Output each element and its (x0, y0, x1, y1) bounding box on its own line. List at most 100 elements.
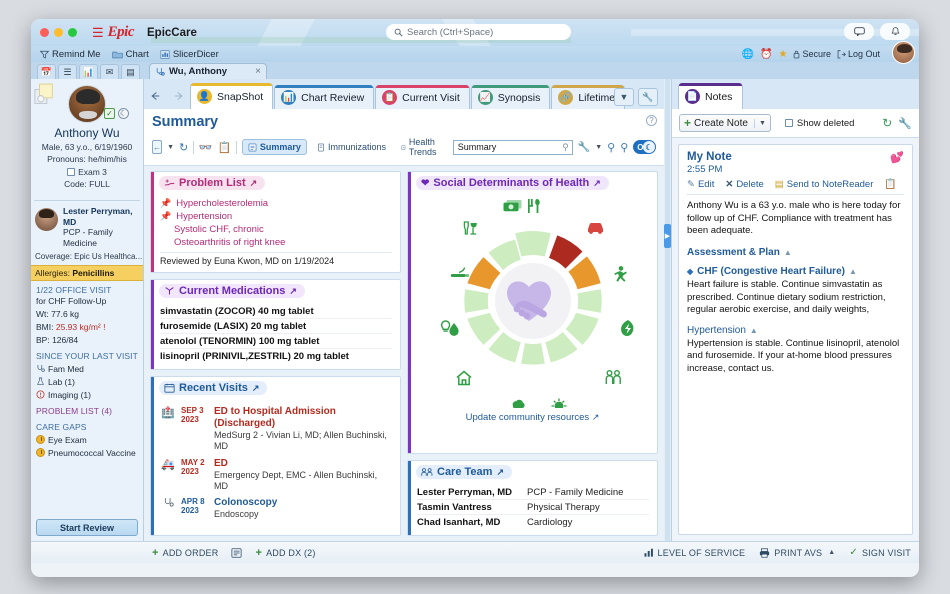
since-item-lab[interactable]: Lab (1) (36, 377, 138, 387)
note-subsection-heading[interactable]: ◆ CHF (Congestive Heart Failure) ▲ (687, 266, 904, 277)
since-item-imaging[interactable]: Imaging (1) (36, 390, 138, 400)
reports-icon[interactable]: ▤ (121, 64, 140, 79)
user-avatar[interactable] (892, 41, 915, 64)
back-icon[interactable] (150, 90, 167, 102)
sdoh-wheel-chart[interactable] (419, 198, 647, 408)
patient-exam-room[interactable]: Exam 3 (36, 167, 138, 177)
medication-row[interactable]: simvastatin (ZOCOR) 40 mg tablet (160, 304, 392, 319)
schedule-icon[interactable]: 📊 (79, 64, 98, 79)
forward-icon[interactable] (170, 90, 184, 102)
table-row[interactable]: Tasmin Vantress Physical Therapy (417, 500, 649, 515)
card-care-team-header[interactable]: Care Team ↗ (408, 461, 657, 483)
allergies-banner[interactable]: Allergies: Penicillins (31, 264, 143, 281)
tab-current-visit[interactable]: 📋 Current Visit (375, 85, 470, 109)
zoom-in-icon[interactable]: ⚲ (620, 141, 628, 154)
star-icon[interactable]: ★ (778, 49, 787, 60)
tab-notes[interactable]: 📄 Notes (678, 83, 744, 109)
chevron-down-icon[interactable]: ▼ (753, 118, 770, 128)
note-send-notereader-button[interactable]: ▤ Send to NoteReader (775, 179, 874, 190)
problem-item[interactable]: Systolic CHF, chronic (160, 224, 392, 235)
help-icon[interactable]: ? (646, 115, 657, 126)
add-dx-button[interactable]: + ADD DX (2) (255, 547, 315, 559)
inbasket-icon[interactable]: ✉ (100, 64, 119, 79)
table-row[interactable]: Chad Isanhart, MD Cardiology (417, 515, 649, 529)
binoculars-icon[interactable]: 👓 (199, 141, 213, 154)
search-icon[interactable]: ⚲ (562, 142, 569, 153)
care-gap-eye-exam[interactable]: Eye Exam (36, 435, 138, 445)
heart-note-icon[interactable]: 💕 (890, 151, 904, 164)
sign-visit-button[interactable]: ✓ SIGN VISIT (849, 547, 911, 558)
open-arrow-icon[interactable]: ↗ (593, 178, 601, 189)
print-avs-button[interactable]: PRINT AVS ▲ (759, 548, 835, 558)
sdoh-segment-6[interactable] (520, 341, 545, 365)
chat-bubble-icon[interactable] (844, 23, 874, 40)
add-order-button[interactable]: + ADD ORDER (152, 547, 218, 559)
segment-summary[interactable]: Summary (241, 139, 307, 155)
visit-row[interactable]: 🚑 MAY 2 2023 ED Emergency Dept, EMC - Al… (160, 458, 392, 493)
open-arrow-icon[interactable]: ↗ (252, 383, 260, 394)
patient-list-icon[interactable]: ☰ (58, 64, 77, 79)
create-note-button[interactable]: + Create Note ▼ (679, 114, 771, 132)
sdoh-update-link[interactable]: Update community resources ↗ (408, 410, 657, 429)
open-arrow-icon[interactable]: ↗ (592, 412, 600, 422)
search-input[interactable]: Summary ⚲ (452, 139, 573, 155)
card-current-medications-header[interactable]: Current Medications ↗ (151, 280, 400, 302)
window-maximize-button[interactable] (68, 28, 77, 37)
medication-row[interactable]: atenolol (TENORMIN) 100 mg tablet (160, 334, 392, 349)
segment-immunizations[interactable]: Immunizations (312, 140, 391, 154)
show-deleted-checkbox[interactable] (784, 119, 793, 127)
patient-workspace-tab[interactable]: Wu, Anthony × (149, 63, 267, 79)
wrench-icon[interactable]: 🔧 (898, 117, 912, 130)
verified-icon[interactable]: ✓ (104, 108, 115, 119)
pcp-block[interactable]: Lester Perryman, MD PCP - Family Medicin… (31, 206, 143, 249)
clock-badge-icon[interactable]: ⏰ (760, 49, 772, 60)
sdoh-segment-2[interactable] (567, 256, 601, 290)
dark-mode-toggle[interactable]: On ☾ (633, 140, 656, 154)
tab-synopsis[interactable]: 📈 Synopsis (470, 85, 551, 109)
wrench-icon[interactable]: 🔧 (638, 88, 658, 106)
calendar-icon[interactable]: 📅 (37, 64, 56, 79)
care-gap-pneumococcal[interactable]: Pneumococcal Vaccine (36, 448, 138, 458)
chevron-up-icon[interactable]: ▲ (849, 267, 857, 276)
back-icon[interactable]: ← (152, 140, 163, 154)
since-item-fam-med[interactable]: Fam Med (36, 364, 138, 374)
table-row[interactable]: Lester Perryman, MD PCP - Family Medicin… (417, 485, 649, 500)
globe-icon[interactable]: 🌐 (742, 49, 754, 60)
open-arrow-icon[interactable]: ↗ (250, 178, 258, 189)
tab-snapshot[interactable]: 👤 SnapShot (190, 83, 274, 109)
card-recent-visits-header[interactable]: Recent Visits ↗ (151, 377, 400, 399)
exam-checkbox[interactable] (67, 168, 76, 176)
visit-row[interactable]: 🏥 SEP 3 2023 ED to Hospital Admission (D… (160, 406, 392, 453)
segment-health-trends[interactable]: Health Trends (396, 135, 448, 159)
wrench-icon[interactable]: 🔧 (578, 142, 590, 153)
splitter-handle[interactable]: ▶ (664, 224, 671, 248)
visit-row[interactable]: APR 8 2023 Colonoscopy Endoscopy (160, 497, 392, 520)
problem-list-section[interactable]: PROBLEM LIST (4) (31, 402, 143, 418)
show-deleted-toggle[interactable]: Show deleted (784, 118, 854, 129)
close-icon[interactable]: × (255, 66, 261, 77)
medication-row[interactable]: furosemide (LASIX) 20 mg tablet (160, 319, 392, 334)
moon-icon[interactable]: ☾ (118, 108, 129, 119)
hamburger-menu-icon[interactable]: ☰ (92, 26, 104, 39)
card-problem-list-header[interactable]: Problem List ↗ (151, 172, 400, 194)
level-of-service-button[interactable]: LEVEL OF SERVICE (644, 548, 746, 558)
chevron-down-icon-2[interactable]: ▼ (595, 144, 602, 151)
refresh-icon[interactable]: ↻ (179, 141, 188, 154)
note-section-title[interactable]: Assessment & Plan ▲ (687, 247, 904, 258)
order-list-button[interactable] (231, 547, 242, 558)
chevron-down-icon[interactable]: ▼ (167, 144, 174, 151)
zoom-out-icon[interactable]: ⚲ (607, 141, 615, 154)
window-close-button[interactable] (40, 28, 49, 37)
problem-item[interactable]: 📌 Hypercholesterolemia (160, 198, 392, 209)
bell-icon[interactable] (880, 23, 910, 40)
open-arrow-icon[interactable]: ↗ (496, 467, 504, 478)
note-edit-button[interactable]: ✎ Edit (687, 179, 714, 190)
sdoh-segment-0[interactable] (514, 230, 551, 257)
note-subsection-heading[interactable]: Hypertension ▲ (687, 325, 904, 336)
problem-item[interactable]: 📌 Hypertension (160, 211, 392, 222)
patient-photo[interactable] (68, 85, 106, 123)
copy-icon[interactable]: 📋 (884, 179, 896, 190)
tab-chart-review[interactable]: 📊 Chart Review (274, 85, 375, 109)
logout-button[interactable]: Log Out (837, 49, 880, 59)
open-arrow-icon[interactable]: ↗ (289, 286, 297, 297)
